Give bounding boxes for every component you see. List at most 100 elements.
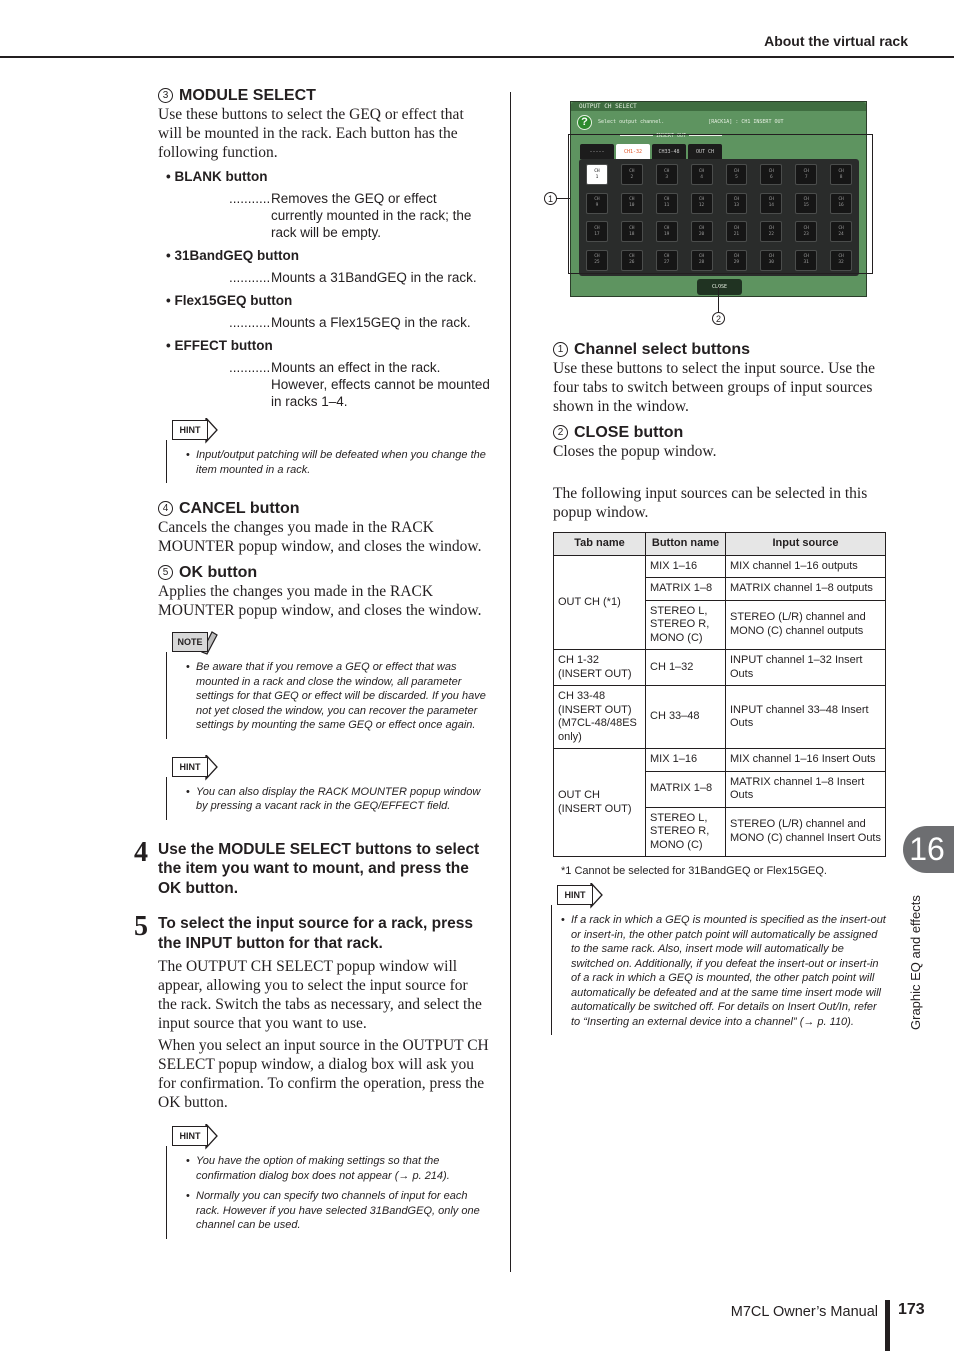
leader-dots: ........... <box>229 270 271 285</box>
chapter-tab: 16 <box>903 826 954 873</box>
table-row: CH 1-32 (INSERT OUT) CH 1–32 INPUT channel… <box>553 649 886 686</box>
input-source-cell: STEREO (L/R) channel and MONO (C) channe… <box>725 599 886 650</box>
button-name-cell: MIX 1–16 <box>645 554 726 578</box>
question-icon: ? <box>577 114 592 130</box>
hint-icon: HINT <box>553 883 603 909</box>
table-row: CH 33-48 (INSERT OUT) (M7CL-48/48ES only… <box>553 685 886 749</box>
column-header: Button name <box>645 532 726 556</box>
step-4: 4 Use the MODULE SELECT buttons to selec… <box>134 838 490 899</box>
right-column: 1 Channel select buttons Use these butto… <box>551 340 887 1035</box>
callout-number: 1 <box>553 342 568 357</box>
button-name-cell: STEREO L, STEREO R, MONO (C) <box>645 806 726 857</box>
callout-item: You can also display the RACK MOUNTER po… <box>186 785 490 814</box>
button-label: Flex15GEQ button <box>174 293 293 308</box>
hint-box: HINT Input/output patching will be defea… <box>158 418 490 483</box>
section-title: OK button <box>179 564 258 581</box>
table-row: OUT CH (*1) MIX 1–16 MIX channel 1–16 outp… <box>553 554 886 650</box>
hint-box: HINT If a rack in which a GEQ is mounted… <box>551 883 887 1035</box>
module-button-name: • BLANK button <box>166 169 268 184</box>
module-select-intro: Use these buttons to select the GEQ or e… <box>158 106 464 161</box>
module-button-name: • EFFECT button <box>166 338 273 353</box>
button-label: BLANK button <box>174 169 268 184</box>
button-name-cell: MATRIX 1–8 <box>645 770 726 808</box>
callout-1: 1 <box>544 192 557 205</box>
table-header-row: Tab name Button name Input source <box>553 532 886 556</box>
hint-icon: HINT <box>168 1124 218 1150</box>
hint-list: Input/output patching will be defeated w… <box>186 448 490 477</box>
description-text: Removes the GEQ or effect currently moun… <box>271 191 472 240</box>
leader-dots: ........... <box>229 315 271 330</box>
note-pencil-icon: NOTE <box>168 630 218 655</box>
input-source-cell: MIX channel 1–16 Insert Outs <box>725 748 886 772</box>
footer-manual-title: M7CL Owner’s Manual <box>730 1304 878 1320</box>
chapter-label: Graphic EQ and effects <box>908 895 923 1030</box>
column-header: Input source <box>725 532 886 556</box>
note-box: NOTE Be aware that if you remove a GEQ o… <box>158 630 490 739</box>
input-source-cell: STEREO (L/R) channel and MONO (C) channe… <box>725 806 886 857</box>
running-header: About the virtual rack <box>764 33 908 49</box>
note-line <box>166 652 167 739</box>
callout-number: 3 <box>158 88 173 103</box>
step-title: Use the MODULE SELECT buttons to select … <box>158 840 480 897</box>
description-text: Mounts a 31BandGEQ in the rack. <box>271 270 477 285</box>
callout-leader <box>556 198 570 199</box>
step-5: 5 To select the input source for a rack,… <box>134 913 490 1112</box>
button-name-cell: MATRIX 1–8 <box>645 577 726 601</box>
channel-select-description: Use these buttons to select the input so… <box>553 360 875 415</box>
rack-status: [RACK1A] : CH1 INSERT OUT <box>708 119 784 125</box>
hint-line <box>166 1146 167 1239</box>
input-source-cell: INPUT channel 33–48 Insert Outs <box>725 685 886 749</box>
hint-list: If a rack in which a GEQ is mounted is s… <box>561 913 887 1029</box>
description-text: Mounts an effect in the rack. However, e… <box>271 360 490 409</box>
callout-item: You have the option of making settings s… <box>186 1154 490 1183</box>
note-list: Be aware that if you remove a GEQ or eff… <box>186 660 490 733</box>
ok-description: Applies the changes you made in the RACK… <box>158 583 482 619</box>
module-select-list: • BLANK button........... Removes the GEQ… <box>158 168 490 410</box>
tab-name-cell: CH 33-48 (INSERT OUT) (M7CL-48/48ES only… <box>553 685 646 749</box>
header-rule <box>0 56 954 58</box>
button-name-cell: CH 33–48 <box>645 685 726 749</box>
section-title: Channel select buttons <box>574 341 751 358</box>
hint-line <box>166 440 167 483</box>
button-label: EFFECT button <box>174 338 273 353</box>
column-divider <box>510 92 511 1272</box>
button-label: 31BandGEQ button <box>174 248 299 263</box>
hint-line <box>551 905 552 1035</box>
callout-leader <box>718 287 719 312</box>
table-footnote: *1 Cannot be selected for 31BandGEQ or F… <box>561 865 827 877</box>
callout-number: 4 <box>158 501 173 516</box>
input-source-cell: MIX channel 1–16 outputs <box>725 554 886 578</box>
hint-icon: HINT <box>168 754 218 781</box>
module-button-description: ........... Mounts an effect in the rack.… <box>229 359 490 410</box>
callout-item: Be aware that if you remove a GEQ or eff… <box>186 660 490 733</box>
close-button[interactable]: CLOSE <box>697 279 742 295</box>
section-title: CANCEL button <box>179 500 300 517</box>
button-name-cell: CH 1–32 <box>645 649 726 686</box>
step-number: 5 <box>134 911 148 942</box>
input-source-cell: MATRIX channel 1–8 Insert Outs <box>725 770 886 808</box>
step-5-paragraph: The OUTPUT CH SELECT popup window will a… <box>158 958 482 1032</box>
step-number: 4 <box>134 836 148 868</box>
window-status-bar: ? Select output channel. [RACK1A] : CH1 … <box>571 111 866 133</box>
hint-box: HINT You have the option of making setti… <box>158 1124 490 1239</box>
leader-dots: ........... <box>229 360 271 375</box>
section-heading-ok: 5 OK button <box>158 563 490 582</box>
cancel-description: Cancels the changes you made in the RACK… <box>158 519 482 555</box>
tab-name-cell: CH 1-32 (INSERT OUT) <box>553 649 646 686</box>
input-source-cell: INPUT channel 1–32 Insert Outs <box>725 649 886 686</box>
hint-icon: HINT <box>168 418 218 444</box>
section-heading-close: 2 CLOSE button <box>553 423 887 442</box>
column-header: Tab name <box>553 532 646 556</box>
callout-number: 2 <box>553 425 568 440</box>
tab-name-cell: OUT CH (*1) <box>553 554 646 650</box>
tab-name-cell: OUT CH (INSERT OUT) <box>553 748 646 857</box>
callout-number: 5 <box>158 565 173 580</box>
hint-list: You have the option of making settings s… <box>186 1154 490 1233</box>
close-description: Closes the popup window. <box>553 443 717 460</box>
hint-line <box>166 776 167 820</box>
page-number: 173 <box>898 1301 925 1318</box>
hint-list: You can also display the RACK MOUNTER po… <box>186 785 490 814</box>
table-row: OUT CH (INSERT OUT) MIX 1–16 MIX channel 1… <box>553 748 886 857</box>
callout-frame <box>568 134 873 274</box>
step-title: To select the input source for a rack, p… <box>158 915 473 952</box>
